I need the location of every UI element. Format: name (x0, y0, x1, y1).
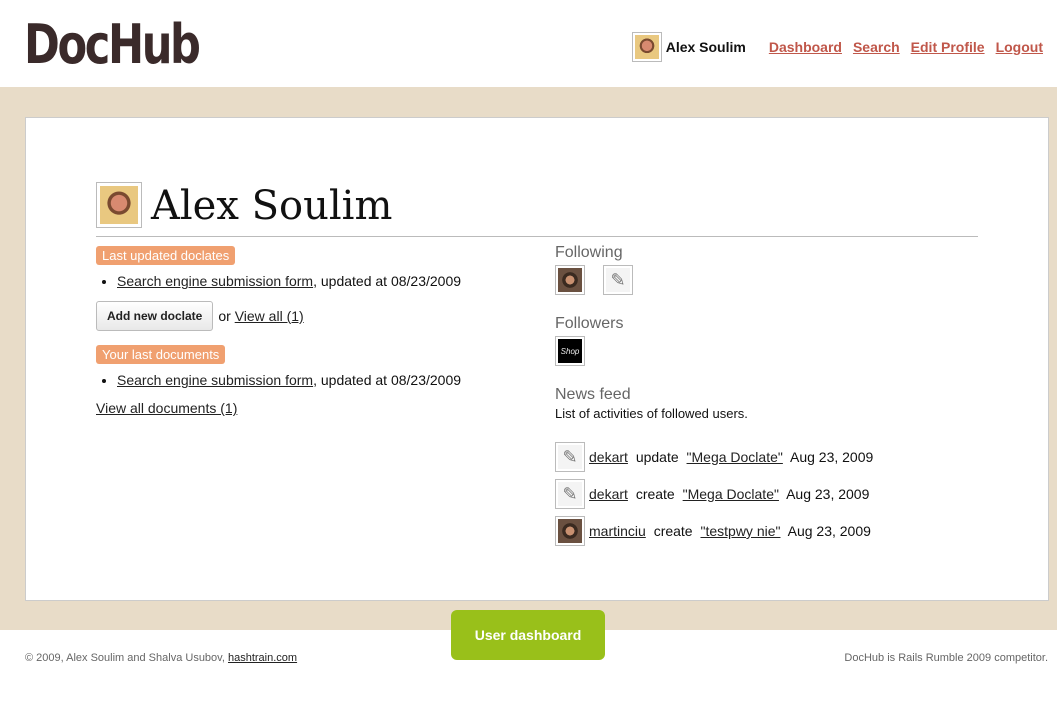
or-text: or (218, 308, 231, 324)
following-heading: Following (555, 244, 623, 261)
feed-date: Aug 23, 2009 (786, 486, 870, 502)
following-list: ✎ (555, 265, 975, 295)
user-avatar-icon[interactable] (555, 516, 585, 546)
feed-user-link[interactable]: dekart (589, 449, 628, 465)
footer-note: DocHub is Rails Rumble 2009 competitor. (844, 652, 1048, 664)
updated-text: , updated at 08/23/2009 (313, 273, 462, 289)
feed-doc-link[interactable]: "Mega Doclate" (683, 486, 779, 502)
list-item: Search engine submission form, updated a… (117, 370, 516, 390)
list-item: Search engine submission form, updated a… (117, 271, 516, 291)
nav-dashboard-link[interactable]: Dashboard (769, 39, 842, 55)
add-new-doclate-button[interactable]: Add new doclate (96, 301, 214, 331)
add-row: Add new doclate or View all (1) (96, 301, 516, 331)
nav-logout-link[interactable]: Logout (996, 39, 1043, 55)
last-updated-tag: Last updated doclates (96, 246, 236, 265)
news-feed-description: List of activities of followed users. (555, 406, 748, 421)
user-avatar-icon[interactable] (555, 265, 585, 295)
sketch-avatar-icon[interactable]: ✎ (603, 265, 633, 295)
shop-avatar-icon[interactable]: Shop (555, 336, 585, 366)
page-title: Alex Soulim (151, 183, 393, 229)
feed-date: Aug 23, 2009 (787, 523, 871, 539)
title-divider (96, 236, 978, 237)
sketch-avatar-icon[interactable]: ✎ (555, 442, 585, 472)
footer-hashtrain-link[interactable]: hashtrain.com (228, 652, 297, 664)
current-user-name: Alex Soulim (665, 39, 746, 55)
top-nav: Alex Soulim Dashboard Search Edit Profil… (631, 32, 1043, 62)
news-feed-heading: News feed (555, 386, 631, 403)
feed-user-link[interactable]: martinciu (589, 523, 646, 539)
updated-text: , updated at 08/23/2009 (313, 372, 462, 388)
user-dashboard-button[interactable]: User dashboard (451, 610, 605, 660)
logo[interactable]: DocHub (24, 13, 201, 76)
main-panel: Alex Soulim Last updated doclates Search… (25, 117, 1049, 601)
feed-doc-link[interactable]: "Mega Doclate" (687, 449, 783, 465)
feed-user-link[interactable]: dekart (589, 486, 628, 502)
user-avatar-icon (631, 32, 662, 62)
last-documents-list: Search engine submission form, updated a… (117, 370, 516, 390)
nav-edit-profile-link[interactable]: Edit Profile (911, 39, 985, 55)
feed-action: create (635, 486, 675, 502)
view-all-documents-link[interactable]: View all documents (1) (96, 400, 237, 416)
sketch-avatar-icon[interactable]: ✎ (555, 479, 585, 509)
left-column: Last updated doclates Search engine subm… (96, 246, 516, 416)
profile-avatar-icon (96, 182, 142, 228)
feed-item: ✎ dekart update "Mega Doclate" Aug 23, 2… (555, 442, 975, 472)
document-link[interactable]: Search engine submission form (117, 372, 313, 388)
feed-action: create (653, 523, 693, 539)
last-documents-tag: Your last documents (96, 345, 226, 364)
footer-copyright: © 2009, Alex Soulim and Shalva Usubov, (25, 652, 225, 664)
followers-list: Shop (555, 336, 975, 366)
doclate-link[interactable]: Search engine submission form (117, 273, 313, 289)
feed-date: Aug 23, 2009 (789, 449, 874, 465)
profile-title: Alex Soulim (96, 182, 392, 228)
header: DocHub Alex Soulim Dashboard Search Edit… (0, 0, 1057, 87)
followers-heading: Followers (555, 315, 624, 332)
nav-search-link[interactable]: Search (853, 39, 900, 55)
footer-credits: © 2009, Alex Soulim and Shalva Usubov, h… (25, 652, 297, 664)
right-column: Following ✎ Followers Shop News feed Lis… (555, 244, 975, 546)
feed-doc-link[interactable]: "testpwy nie" (701, 523, 781, 539)
feed-action: update (635, 449, 679, 465)
feed-item: ✎ dekart create "Mega Doclate" Aug 23, 2… (555, 479, 975, 509)
last-updated-list: Search engine submission form, updated a… (117, 271, 516, 291)
view-all-link[interactable]: View all (1) (235, 308, 304, 324)
feed-item: martinciu create "testpwy nie" Aug 23, 2… (555, 516, 975, 546)
